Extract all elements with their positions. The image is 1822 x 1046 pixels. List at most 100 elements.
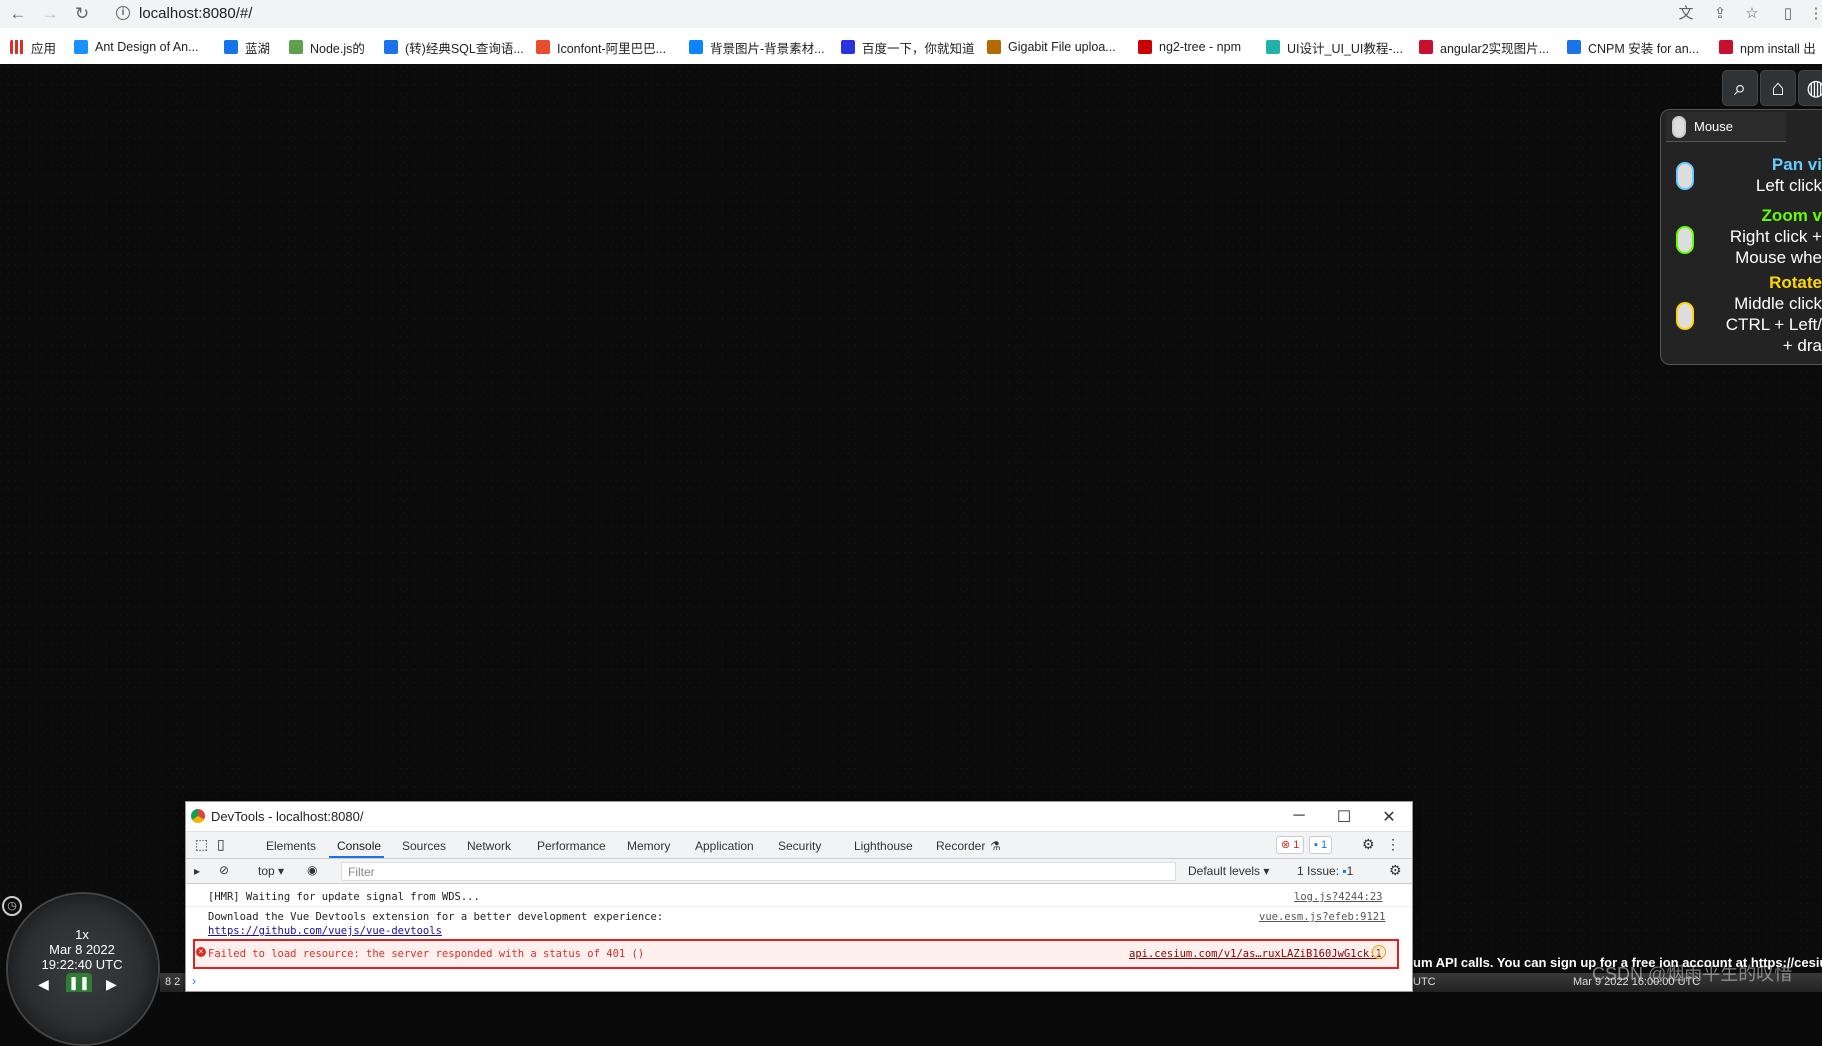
- help-zoom-line: Right click +: [1729, 227, 1822, 246]
- tab-recorder[interactable]: Recorder: [936, 839, 985, 853]
- tab-application[interactable]: Application: [695, 839, 754, 853]
- bookmark-item[interactable]: angular2实现图片...: [1419, 38, 1549, 56]
- insights-icon[interactable]: ⓘ: [1372, 945, 1386, 959]
- log-levels-select[interactable]: Default levels ▾: [1188, 864, 1269, 878]
- minimize-icon[interactable]: ─: [1284, 807, 1314, 827]
- tab-security[interactable]: Security: [778, 839, 821, 853]
- bookmark-item[interactable]: npm install 出: [1719, 38, 1816, 56]
- bookmark-favicon: [289, 40, 303, 54]
- help-zoom-line: Mouse whe: [1735, 248, 1822, 267]
- kebab-menu-icon[interactable]: ⋮: [1386, 836, 1400, 853]
- help-zoom: Zoom v Right click + Mouse whe: [1700, 206, 1822, 272]
- tab-elements[interactable]: Elements: [266, 839, 316, 853]
- bookmark-item[interactable]: 背景图片-背景素材...: [689, 38, 825, 56]
- clock-icon[interactable]: ◷: [2, 896, 22, 916]
- close-icon[interactable]: ✕: [1374, 807, 1404, 827]
- device-toggle-icon[interactable]: ▯: [217, 836, 225, 853]
- bookmark-item[interactable]: CNPM 安装 for an...: [1567, 38, 1699, 56]
- site-info-icon[interactable]: i: [116, 6, 130, 20]
- help-rotate-line: CTRL + Left/: [1725, 315, 1822, 334]
- clear-console-icon[interactable]: ⊘: [219, 863, 229, 877]
- help-pan-line: Left click: [1755, 176, 1822, 195]
- bookmark-favicon: [1138, 40, 1152, 54]
- tab-performance[interactable]: Performance: [537, 839, 606, 853]
- sidepanel-icon[interactable]: ▯: [1778, 4, 1798, 24]
- bookmark-favicon: [841, 40, 855, 54]
- translate-icon[interactable]: 文: [1676, 4, 1696, 24]
- reload-button[interactable]: ↻: [72, 4, 92, 24]
- issues-button[interactable]: 1 Issue: ▪1: [1297, 864, 1353, 878]
- animation-speed: 1x: [75, 927, 89, 942]
- bookmark-item[interactable]: UI设计_UI_UI教程-...: [1266, 38, 1403, 56]
- mouse-icon: [1672, 116, 1686, 138]
- star-icon[interactable]: ☆: [1742, 4, 1762, 24]
- bookmark-item[interactable]: ng2-tree - npm: [1138, 38, 1241, 56]
- error-count-badge[interactable]: ⊗ 1: [1276, 836, 1305, 854]
- log-divider: [186, 906, 1412, 907]
- menu-icon[interactable]: ⋮: [1806, 4, 1822, 24]
- log-url-link[interactable]: https://github.com/vuejs/vue-devtools: [208, 925, 442, 937]
- tab-lighthouse[interactable]: Lighthouse: [854, 839, 913, 853]
- context-select[interactable]: top ▾: [258, 864, 284, 878]
- maximize-icon[interactable]: ☐: [1329, 807, 1359, 827]
- play-reverse-icon[interactable]: ◀: [38, 976, 49, 993]
- error-source-link[interactable]: api.cesium.com/v1/as…ruxLAZiB160JwG1ck:1: [1129, 948, 1382, 960]
- sidebar-toggle-icon[interactable]: ▸: [194, 864, 200, 878]
- bookmark-favicon: [1567, 40, 1581, 54]
- share-icon[interactable]: ⇪: [1710, 4, 1730, 24]
- settings-icon[interactable]: ⚙: [1362, 836, 1375, 853]
- bookmark-item[interactable]: 百度一下，你就知道: [841, 38, 975, 56]
- bookmark-item[interactable]: Iconfont-阿里巴巴...: [536, 38, 666, 56]
- bookmark-item[interactable]: (转)经典SQL查询语...: [384, 38, 524, 56]
- bookmarks-bar: 应用 Ant Design of An... 蓝湖 Node.js的 (转)经典…: [0, 33, 1822, 59]
- error-icon: ⊗: [1281, 839, 1291, 851]
- back-button[interactable]: ←: [8, 4, 28, 24]
- forward-button[interactable]: →: [40, 4, 60, 24]
- flask-icon: ⚗: [990, 839, 1001, 853]
- help-pan: Pan vi Left click: [1700, 155, 1822, 201]
- console-filter-input[interactable]: Filter: [341, 862, 1176, 881]
- tab-sources[interactable]: Sources: [402, 839, 446, 853]
- devtools-titlebar: DevTools - localhost:8080/ ─ ☐ ✕: [186, 802, 1412, 832]
- search-icon: ⌕: [1733, 75, 1747, 100]
- error-message: Failed to load resource: the server resp…: [208, 948, 645, 960]
- address-bar[interactable]: [106, 1, 1806, 27]
- console-settings-icon[interactable]: ⚙: [1389, 862, 1402, 879]
- browser-chrome: ← → ↻ i localhost:8080/#/ 文 ⇪ ☆ ▯ ⋮ 应用 A…: [0, 0, 1822, 64]
- animation-date: Mar 8 2022: [49, 942, 115, 957]
- help-rotate: Rotate Middle click CTRL + Left/ + dra: [1700, 273, 1822, 361]
- console-prompt-icon[interactable]: ›: [192, 974, 196, 988]
- bookmark-apps[interactable]: 应用: [10, 38, 56, 56]
- help-rotate-title: Rotate: [1769, 273, 1822, 292]
- bookmark-favicon: [1419, 40, 1433, 54]
- bookmark-item[interactable]: Gigabit File uploa...: [987, 38, 1116, 56]
- log-source-link[interactable]: vue.esm.js?efeb:9121: [1259, 911, 1385, 923]
- eye-icon[interactable]: ◉: [307, 863, 317, 877]
- url-text[interactable]: localhost:8080/#/: [139, 5, 252, 22]
- bookmark-favicon: [1719, 40, 1733, 54]
- play-forward-icon[interactable]: ▶: [106, 976, 117, 993]
- tab-network[interactable]: Network: [467, 839, 511, 853]
- error-icon: ×: [196, 947, 206, 957]
- scene-mode-button[interactable]: ◍: [1798, 70, 1822, 106]
- help-rotate-line: Middle click: [1734, 294, 1822, 313]
- mouse-left-icon: [1676, 162, 1694, 190]
- bookmark-favicon: [384, 40, 398, 54]
- pause-icon[interactable]: ❚❚: [66, 973, 92, 992]
- log-message: Download the Vue Devtools extension for …: [208, 911, 664, 923]
- devtools-title: DevTools - localhost:8080/: [211, 809, 364, 824]
- inspect-icon[interactable]: ⬚: [195, 836, 208, 853]
- message-count-badge[interactable]: ▪ 1: [1309, 836, 1333, 854]
- bookmark-favicon: [987, 40, 1001, 54]
- bookmark-item[interactable]: 蓝湖: [224, 38, 270, 56]
- log-source-link[interactable]: log.js?4244:23: [1294, 891, 1383, 903]
- log-message: [HMR] Waiting for update signal from WDS…: [208, 891, 480, 903]
- tab-console[interactable]: Console: [337, 839, 381, 853]
- tab-memory[interactable]: Memory: [627, 839, 670, 853]
- bookmark-item[interactable]: Ant Design of An...: [74, 38, 199, 56]
- bookmark-item[interactable]: Node.js的: [289, 38, 365, 56]
- mouse-right-icon: [1676, 226, 1694, 254]
- active-tab-indicator: [329, 856, 384, 858]
- search-button[interactable]: ⌕: [1722, 70, 1758, 106]
- home-button[interactable]: ⌂: [1760, 70, 1796, 106]
